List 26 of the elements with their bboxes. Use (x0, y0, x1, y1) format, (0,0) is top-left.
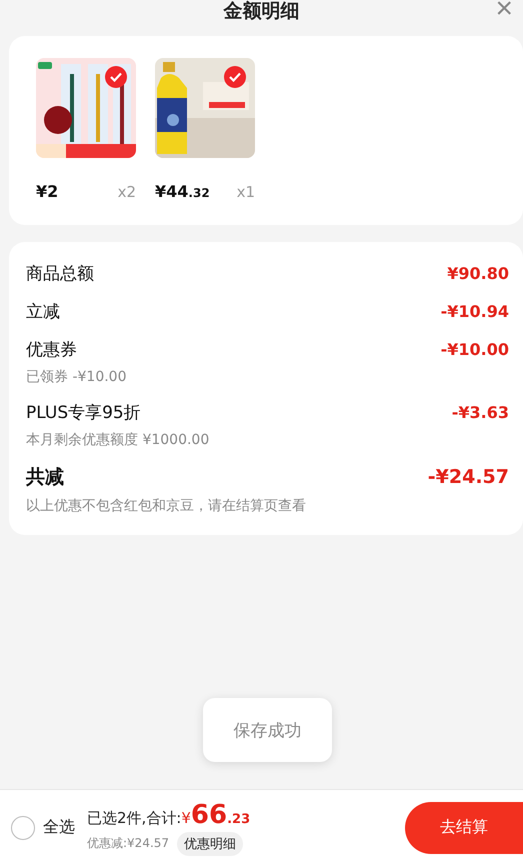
total-price: ¥66.23 (181, 800, 250, 830)
summary-label: 优惠券 (26, 339, 77, 361)
summary-label: 立减 (26, 301, 60, 323)
dialog-title: 金额明细 (224, 0, 300, 24)
toast: 保存成功 (203, 698, 332, 762)
product-price: ¥44.32 (155, 182, 210, 201)
product-quantity: x2 (118, 183, 136, 201)
summary-label: 商品总额 (26, 263, 94, 285)
select-all-radio[interactable] (11, 816, 35, 840)
product-quantity: x1 (236, 183, 255, 201)
summary-note: 以上优惠不包含红包和京豆，请在结算页查看 (26, 497, 307, 515)
summary-label: PLUS专享95折 (26, 402, 141, 424)
product-price: ¥2 (36, 182, 58, 201)
summary-amount: -¥24.57 (428, 466, 509, 488)
summary-note: 已领券 -¥10.00 (26, 368, 128, 386)
discount-text: 优惠减:¥24.57 (87, 835, 170, 852)
summary-amount: -¥3.63 (452, 403, 509, 422)
selected-count: 已选2件,合计: (87, 808, 182, 828)
checkout-button[interactable]: 去结算 (405, 802, 523, 854)
details-button[interactable]: 优惠明细 (177, 832, 244, 856)
select-all-label[interactable]: 全选 (43, 817, 75, 838)
summary-label: 共减 (26, 465, 64, 490)
summary-amount: ¥90.80 (447, 264, 509, 283)
summary-amount: -¥10.00 (440, 340, 509, 359)
summary-amount: -¥10.94 (440, 302, 509, 321)
summary-note: 本月剩余优惠额度 ¥1000.00 (26, 431, 210, 449)
